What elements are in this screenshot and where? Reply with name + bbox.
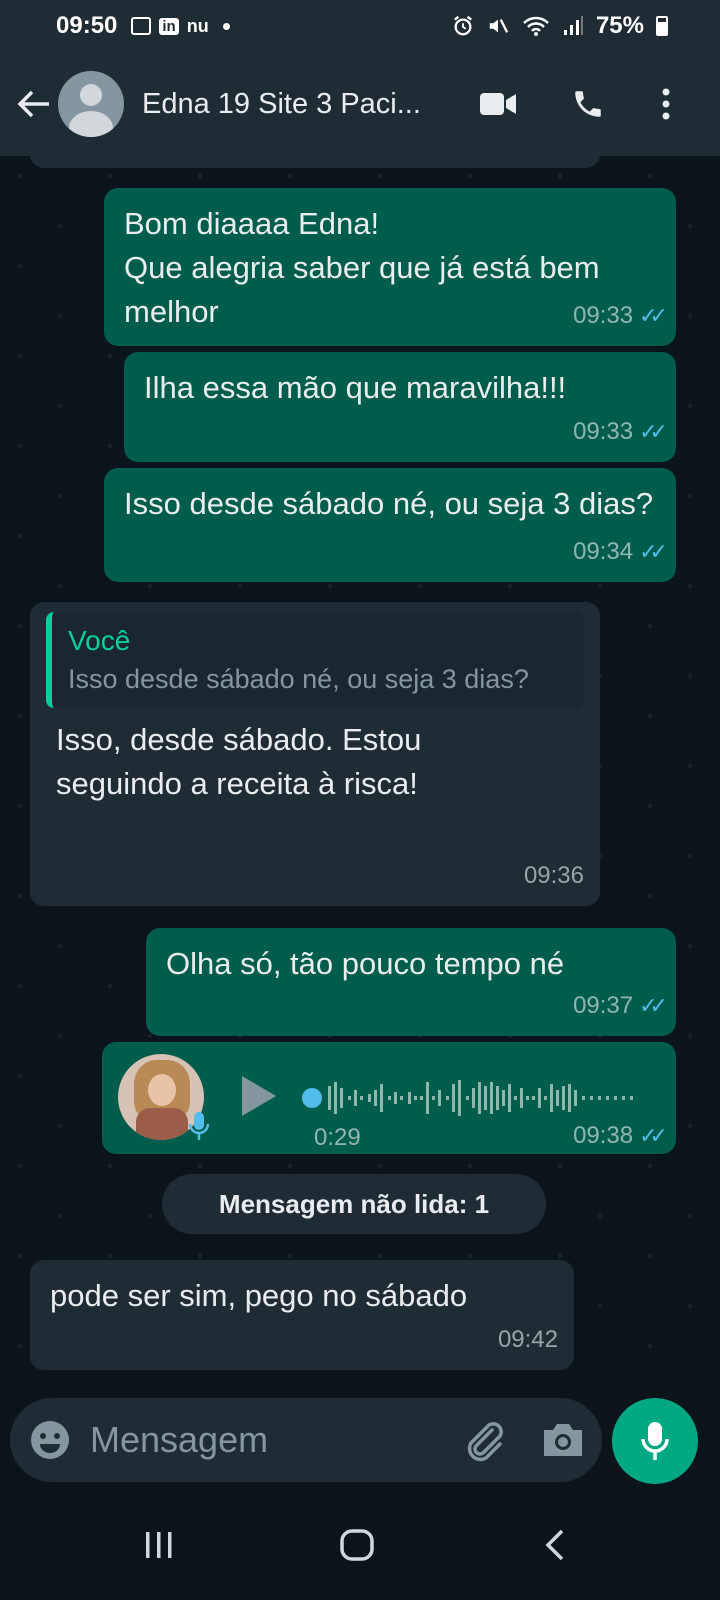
read-ticks-icon: ✓✓ xyxy=(639,419,668,444)
quote-text: Isso desde sábado né, ou seja 3 dias? xyxy=(68,664,529,694)
mic-button[interactable] xyxy=(612,1398,698,1484)
message-bubble-outgoing[interactable]: Isso desde sábado né, ou seja 3 dias? 09… xyxy=(104,468,676,582)
message-time: 09:42 xyxy=(497,1326,558,1353)
alarm-icon xyxy=(454,15,472,36)
quote-author: Você xyxy=(68,625,131,656)
previous-message-edge xyxy=(30,156,600,168)
video-call-icon[interactable] xyxy=(474,80,522,128)
battery-percent: 75% xyxy=(595,12,644,39)
message-meta: 09:38 ✓✓ xyxy=(573,1122,668,1150)
message-bubble-outgoing[interactable]: Ilha essa mão que maravilha!!! 09:33 ✓✓ xyxy=(124,352,676,462)
message-text: Bom diaaaa Edna! Que alegria saber que j… xyxy=(124,206,600,329)
system-navigation-bar xyxy=(0,1490,720,1600)
message-text: Isso desde sábado né, ou seja 3 dias? xyxy=(124,486,654,521)
wifi-icon xyxy=(523,16,549,36)
message-time: 09:36 xyxy=(523,862,584,889)
message-input-container[interactable] xyxy=(10,1398,602,1482)
status-time: 09:50 xyxy=(56,12,118,39)
more-options-icon[interactable] xyxy=(642,80,690,128)
message-text: Isso, desde sábado. Estou seguindo a rec… xyxy=(56,722,422,801)
chat-header: Edna 19 Site 3 Paci... xyxy=(0,52,720,156)
unread-messages-divider: Mensagem não lida: 1 xyxy=(162,1174,546,1234)
gallery-icon xyxy=(131,17,152,35)
nav-back-icon[interactable] xyxy=(530,1520,580,1570)
waveform[interactable] xyxy=(326,1078,656,1118)
notification-dot-icon xyxy=(222,22,230,30)
message-meta: 09:33 ✓✓ xyxy=(573,294,668,338)
message-bubble-outgoing[interactable]: Bom diaaaa Edna! Que alegria saber que j… xyxy=(104,188,676,346)
message-bubble-incoming[interactable]: pode ser sim, pego no sábado 09:42 xyxy=(30,1260,574,1370)
quoted-message[interactable]: Você Isso desde sábado né, ou seja 3 dia… xyxy=(46,612,584,708)
message-text: Ilha essa mão que maravilha!!! xyxy=(144,370,567,405)
message-time: 09:34 xyxy=(573,538,634,565)
mic-badge-icon xyxy=(188,1112,210,1140)
attach-icon[interactable] xyxy=(460,1416,508,1464)
read-ticks-icon: ✓✓ xyxy=(639,993,668,1018)
phone-icon[interactable] xyxy=(564,80,612,128)
voice-duration: 0:29 xyxy=(314,1124,361,1151)
message-time: 09:33 xyxy=(573,302,634,329)
status-bar: 09:50 in nu 75% xyxy=(0,0,720,52)
message-time: 09:33 xyxy=(573,418,634,445)
contact-avatar[interactable] xyxy=(58,71,124,137)
read-ticks-icon: ✓✓ xyxy=(639,1123,668,1148)
mute-icon xyxy=(489,19,509,33)
read-ticks-icon: ✓✓ xyxy=(639,539,668,564)
composer-bar xyxy=(0,1390,720,1490)
message-bubble-outgoing[interactable]: Olha só, tão pouco tempo né 09:37 ✓✓ xyxy=(146,928,676,1036)
nubank-icon: nu xyxy=(186,15,209,36)
message-meta: 09:37 ✓✓ xyxy=(573,984,668,1028)
playback-slider-handle[interactable] xyxy=(302,1088,322,1108)
emoji-icon[interactable] xyxy=(28,1418,72,1462)
mic-icon xyxy=(641,1422,669,1460)
message-time: 09:38 xyxy=(573,1122,634,1149)
message-text: pode ser sim, pego no sábado xyxy=(50,1278,468,1313)
linkedin-icon: in xyxy=(159,17,179,35)
back-arrow-icon[interactable] xyxy=(10,80,58,128)
message-meta: 09:36 xyxy=(524,854,584,898)
message-input[interactable] xyxy=(90,1418,450,1462)
read-ticks-icon: ✓✓ xyxy=(639,303,668,328)
message-meta: 09:42 xyxy=(498,1318,558,1362)
message-meta: 09:34 ✓✓ xyxy=(573,530,668,574)
message-time: 09:37 xyxy=(573,992,634,1019)
battery-icon xyxy=(656,16,668,36)
message-text: Olha só, tão pouco tempo né xyxy=(166,946,565,981)
home-icon[interactable] xyxy=(332,1520,382,1570)
voice-message-bubble[interactable]: 0:29 09:38 ✓✓ xyxy=(102,1042,676,1154)
recent-apps-icon[interactable] xyxy=(134,1520,184,1570)
chat-area[interactable]: Bom diaaaa Edna! Que alegria saber que j… xyxy=(0,156,720,1390)
camera-icon[interactable] xyxy=(540,1418,586,1462)
message-meta: 09:33 ✓✓ xyxy=(573,410,668,454)
play-icon[interactable] xyxy=(242,1076,276,1116)
message-bubble-incoming[interactable]: Você Isso desde sábado né, ou seja 3 dia… xyxy=(30,602,600,906)
contact-name[interactable]: Edna 19 Site 3 Paci... xyxy=(142,88,462,121)
signal-icon xyxy=(563,16,583,35)
